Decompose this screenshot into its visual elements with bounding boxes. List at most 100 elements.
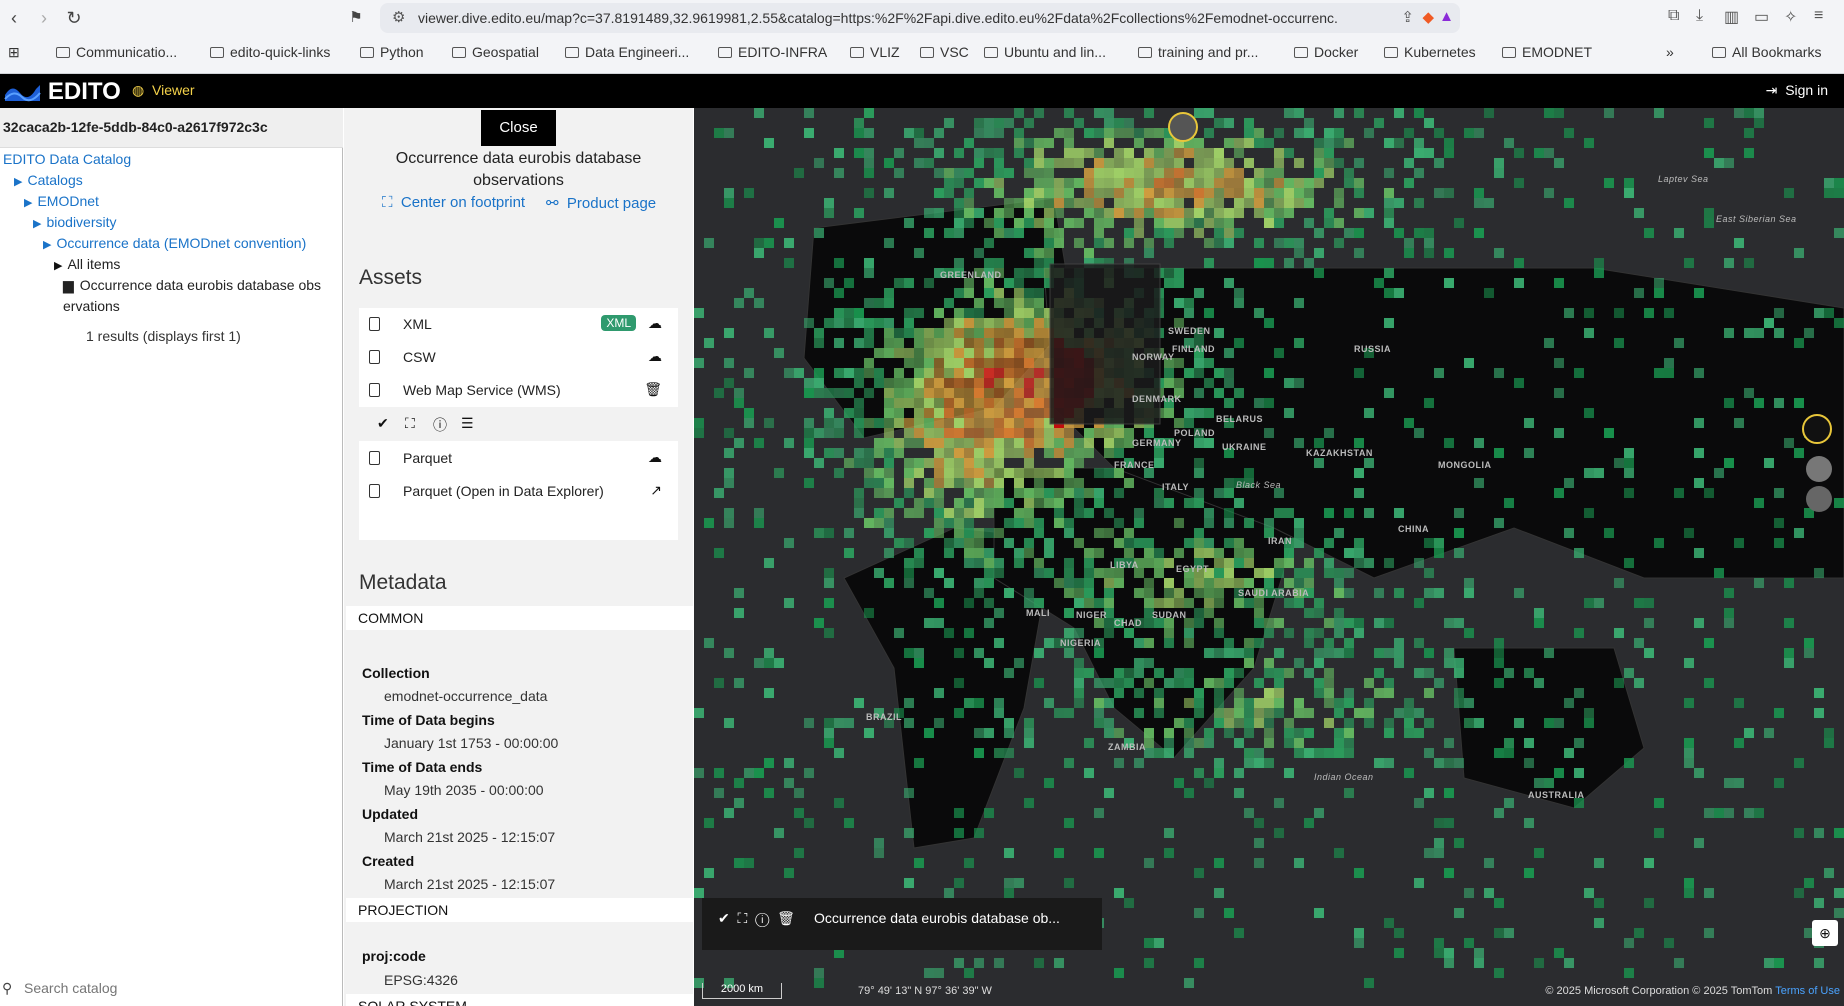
heat-cell xyxy=(1284,548,1294,558)
heat-cell xyxy=(1304,668,1314,678)
wallet-icon[interactable]: ▭ xyxy=(1754,7,1769,27)
bookmark-folder[interactable]: EDITO-INFRA xyxy=(718,44,827,60)
tree-item-occurrence[interactable]: ▶ Occurrence data (EMODnet convention) xyxy=(43,235,306,251)
heat-cell xyxy=(1354,548,1364,558)
heat-cell xyxy=(1024,218,1034,228)
heat-cell xyxy=(984,498,994,508)
clipboard-icon[interactable] xyxy=(369,317,380,331)
asset-row-parquet-explorer[interactable]: Parquet (Open in Data Explorer) ↗ xyxy=(359,475,678,508)
tree-item-biodiversity[interactable]: ▶ biodiversity xyxy=(33,214,117,230)
heat-cell xyxy=(1564,748,1574,758)
menu-icon[interactable]: ≡ xyxy=(1814,7,1823,25)
bookmark-folder[interactable]: Kubernetes xyxy=(1384,44,1476,60)
heat-cell xyxy=(994,748,1004,758)
site-settings-icon[interactable]: ⚙ xyxy=(392,8,405,26)
bookmark-folder[interactable]: Geospatial xyxy=(452,44,539,60)
info-icon[interactable]: ⓘ xyxy=(755,910,769,926)
asset-row-parquet[interactable]: Parquet ☁ xyxy=(359,442,678,475)
leo-ai-icon[interactable]: ✧ xyxy=(1784,7,1797,27)
external-link-icon[interactable]: ↗ xyxy=(650,482,662,499)
forward-icon[interactable]: › xyxy=(32,6,56,30)
tree-root-link[interactable]: EDITO Data Catalog xyxy=(3,151,131,167)
bookmark-folder[interactable]: VLIZ xyxy=(850,44,900,60)
tree-item-emodnet[interactable]: ▶ EMODnet xyxy=(24,193,99,209)
sign-in-button[interactable]: ⇥ Sign in xyxy=(1766,82,1828,99)
heat-cell xyxy=(1214,678,1224,688)
close-button[interactable]: Close xyxy=(481,110,556,146)
check-circle-icon[interactable]: ✔ xyxy=(377,415,389,432)
asset-row-wms[interactable]: Web Map Service (WMS) 🗑 xyxy=(359,374,678,407)
bookmark-folder[interactable]: Docker xyxy=(1294,44,1358,60)
address-bar[interactable]: ⚙ viewer.dive.edito.eu/map?c=37.8191489,… xyxy=(380,3,1460,33)
brave-rewards-icon[interactable]: ▲ xyxy=(1439,8,1454,25)
bookmark-folder[interactable]: Python xyxy=(360,44,424,60)
check-circle-icon[interactable]: ✔ xyxy=(718,910,730,926)
map-style-thumb[interactable] xyxy=(1806,486,1832,512)
cloud-download-icon[interactable]: ☁ xyxy=(648,315,662,332)
heat-cell xyxy=(1364,508,1374,518)
bookmark-folder[interactable]: Ubuntu and lin... xyxy=(984,44,1106,60)
map-style-thumb[interactable] xyxy=(1806,456,1832,482)
info-icon[interactable]: ⓘ xyxy=(433,415,447,435)
catalog-search[interactable]: ⚲ xyxy=(0,974,343,1006)
back-icon[interactable]: ‹ xyxy=(2,6,26,30)
fullscreen-icon[interactable]: ⛶ xyxy=(738,910,748,926)
tree-leaf-item-wrap[interactable]: ervations xyxy=(63,298,120,314)
fullscreen-icon[interactable]: ⛶ xyxy=(405,415,415,432)
user-location-marker[interactable] xyxy=(1168,112,1198,142)
brave-shield-icon[interactable]: ◆ xyxy=(1422,8,1434,26)
tree-leaf-item[interactable]: ▆ Occurrence data eurobis database obs xyxy=(63,277,321,294)
downloads-icon[interactable]: ⤓ xyxy=(1696,7,1703,25)
more-bookmarks-button[interactable]: » xyxy=(1666,44,1674,60)
bookmark-folder[interactable]: VSC xyxy=(920,44,969,60)
heat-cell xyxy=(914,858,924,868)
list-icon[interactable]: ☰ xyxy=(461,415,474,432)
product-page-link[interactable]: ⚯ Product page xyxy=(546,194,656,212)
tree-item-catalogs[interactable]: ▶ Catalogs xyxy=(14,172,83,188)
trash-icon[interactable]: 🗑 xyxy=(644,381,662,398)
heat-cell xyxy=(1604,108,1614,118)
clipboard-icon[interactable] xyxy=(369,484,380,498)
bookmark-folder[interactable]: edito-quick-links xyxy=(210,44,330,60)
heat-cell xyxy=(994,558,1004,568)
center-on-footprint-link[interactable]: ⛶ Center on footprint xyxy=(382,194,525,211)
clipboard-icon[interactable] xyxy=(369,350,380,364)
heat-cell xyxy=(1364,408,1374,418)
heat-cell xyxy=(964,528,974,538)
heat-cell xyxy=(1074,448,1084,458)
heat-cell xyxy=(1334,528,1344,538)
heat-cell xyxy=(1244,558,1254,568)
bookmark-folder[interactable]: Communicatio... xyxy=(56,44,177,60)
heat-cell xyxy=(1354,158,1364,168)
heat-cell xyxy=(1434,848,1444,858)
compass-icon[interactable]: ⊕ xyxy=(1812,920,1838,946)
tree-item-all-items[interactable]: ▶ All items xyxy=(54,256,120,272)
reload-icon[interactable]: ↻ xyxy=(62,6,86,30)
apps-icon[interactable]: ⊞ xyxy=(8,44,20,61)
bookmark-folder[interactable]: Data Engineeri... xyxy=(565,44,689,60)
globe-toggle-marker[interactable] xyxy=(1802,414,1832,444)
map-view[interactable]: GREENLAND SWEDEN FINLAND NORWAY RUSSIA D… xyxy=(694,108,1844,1006)
edito-logo[interactable]: EDITO xyxy=(4,78,121,105)
share-icon[interactable]: ⇪ xyxy=(1401,8,1414,26)
terms-link[interactable]: Terms of Use xyxy=(1775,985,1840,997)
extensions-icon[interactable]: ⧉ xyxy=(1668,7,1679,25)
clipboard-icon[interactable] xyxy=(369,383,380,397)
asset-row-csw[interactable]: CSW ☁ xyxy=(359,341,678,374)
clipboard-icon[interactable] xyxy=(369,451,380,465)
bookmark-page-icon[interactable]: ⚑ xyxy=(344,6,368,30)
all-bookmarks-folder[interactable]: All Bookmarks xyxy=(1712,44,1821,60)
trash-icon[interactable]: 🗑 xyxy=(777,910,795,926)
cloud-download-icon[interactable]: ☁ xyxy=(648,449,662,466)
asset-row-xml[interactable]: XML XML ☁ xyxy=(359,308,678,341)
heat-cell xyxy=(1604,178,1614,188)
heat-cell xyxy=(994,428,1004,438)
bookmark-folder[interactable]: training and pr... xyxy=(1138,44,1258,60)
heat-cell xyxy=(1054,228,1064,238)
viewer-link[interactable]: ◍ Viewer xyxy=(132,82,195,99)
bookmark-folder[interactable]: EMODNET xyxy=(1502,44,1592,60)
sidebar-icon[interactable]: ▥ xyxy=(1724,7,1739,27)
cloud-download-icon[interactable]: ☁ xyxy=(648,348,662,365)
search-input[interactable] xyxy=(24,980,324,996)
heat-cell xyxy=(954,378,964,388)
